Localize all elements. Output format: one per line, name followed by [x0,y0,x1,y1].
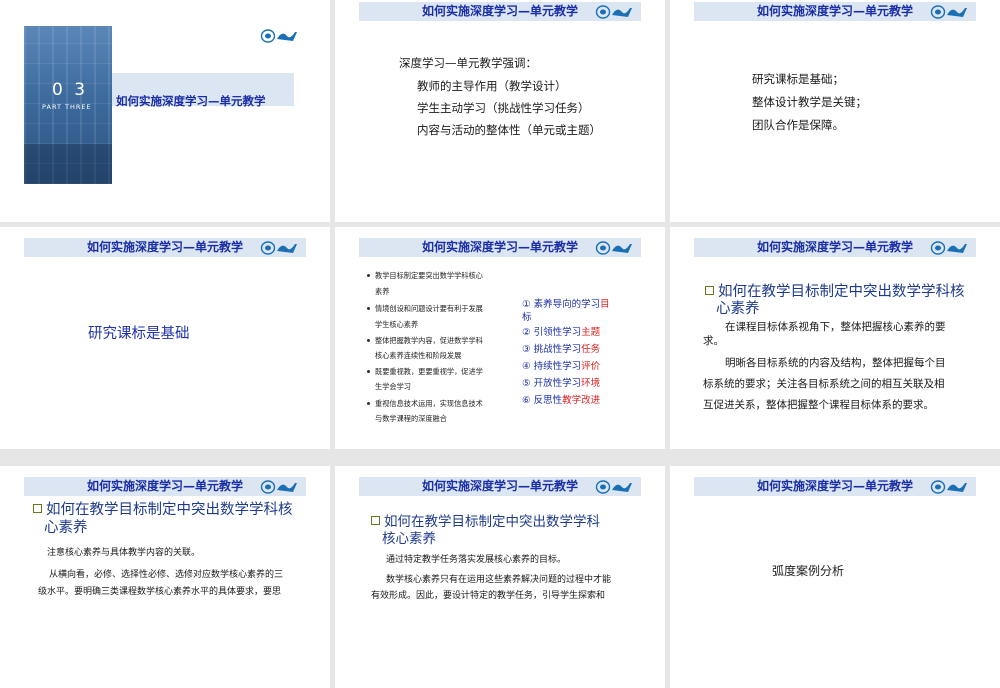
slide-thumbnail-1[interactable]: 0 3 PART THREE 如何实施深度学习—单元教学 [0,0,330,222]
paragraph-line: 求。 [703,335,724,347]
numbered-item-wrap: 标 [522,312,532,323]
slide-thumbnail-9[interactable]: 如何实施深度学习—单元教学 弧度案例分析 [670,466,1000,688]
slide-thumbnail-2[interactable]: 如何实施深度学习—单元教学 深度学习—单元教学强调： 教师的主导作用（教学设计）… [335,0,665,222]
logo-icon [260,241,297,255]
lead-text: 深度学习—单元教学强调： [399,56,537,70]
section-number: 0 3 [52,80,89,100]
paragraph-line: 标系统的要求；关注各目标系统之间的相互关联及相 [703,378,945,390]
slide-thumbnail-8[interactable]: 如何实施深度学习—单元教学 如何在教学目标制定中突出数学学科 核心素养 通过特定… [335,466,665,688]
logo-icon [595,5,632,19]
numbered-item: ⑥ 反思性教学改进 [522,395,601,406]
bullet-line: 核心素养连续性和阶段发展 [375,351,462,360]
numbered-item: ⑤ 开放性学习环境 [522,378,601,389]
logo-icon [260,480,297,494]
paragraph-line: 从横向看，必修、选择性必修、选修对应数学核心素养的三 [49,570,284,580]
section-heading: 如何在教学目标制定中突出数学学科核 [33,502,293,518]
line-text: 研究课标是基础； [752,72,844,86]
paragraph-line: 数学核心素养只有在运用这些素养解决问题的过程中才能 [386,575,612,585]
logo-icon [930,5,967,19]
square-bullet-icon [705,285,714,295]
bullet-line: 素养 [375,287,390,296]
paragraph-line: 明晰各目标系统的内容及结构，整体把握每个目 [725,357,946,369]
paragraph-line: 级水平。要明确三类课程数学核心素养水平的具体要求，要思 [38,587,282,597]
paragraph-line: 注意核心素养与具体教学内容的关联。 [47,548,201,558]
square-bullet-icon [33,503,42,513]
list-item: 内容与活动的整体性（单元或主题） [417,123,601,137]
bullet-line: 整体把握教学内容，促进数学学科 [367,333,483,349]
section-heading: 如何在教学目标制定中突出数学学科 [371,514,600,530]
paragraph-line: 互促进关系，整体把握整个课程目标体系的要求。 [703,399,934,411]
bullet-line: 生学会学习 [375,382,411,391]
bullet-line: 与数学课程的深度融合 [375,414,447,423]
bullet-line: 情境创设和问题设计要有利于发展 [367,301,483,317]
cover-title: 如何实施深度学习—单元教学 [116,94,266,108]
line-text: 整体设计教学是关键； [752,95,867,109]
logo-icon [260,29,297,43]
paragraph-line: 在课程目标体系视角下，整体把握核心素养的要 [725,321,946,333]
slide-thumbnail-7[interactable]: 如何实施深度学习—单元教学 如何在教学目标制定中突出数学学科核 心素养 注意核心… [0,466,330,688]
slide-thumbnail-6[interactable]: 如何实施深度学习—单元教学 如何在教学目标制定中突出数学学科核 心素养 在课程目… [670,227,1000,449]
section-heading: 如何在教学目标制定中突出数学学科核 [705,284,965,300]
bullet-line: 学生核心素养 [375,320,419,329]
paragraph-line: 有效形成。因此，要设计特定的教学任务，引导学生探索和 [371,591,606,601]
slide-thumbnail-4[interactable]: 如何实施深度学习—单元教学 研究课标是基础 [0,227,330,449]
slide-thumbnail-5[interactable]: 如何实施深度学习—单元教学 教学目标制定要突出数学学科核心 素养 情境创设和问题… [335,227,665,449]
logo-icon [595,480,632,494]
section-part-label: PART THREE [42,103,92,111]
logo-icon [930,480,967,494]
bullet-line: 教学目标制定要突出数学学科核心 [367,268,483,284]
numbered-item: ① 素养导向的学习目 [522,299,610,310]
paragraph-line: 通过特定教学任务落实发展核心素养的目标。 [386,555,567,565]
section-heading-cont: 心素养 [716,301,760,317]
numbered-item: ④ 持续性学习评价 [522,361,601,372]
slide-thumbnail-3[interactable]: 如何实施深度学习—单元教学 研究课标是基础； 整体设计教学是关键； 团队合作是保… [670,0,1000,222]
section-heading-cont: 心素养 [44,520,88,536]
logo-icon [595,241,632,255]
square-bullet-icon [371,515,380,525]
section-heading-cont: 核心素养 [382,531,436,547]
numbered-item: ② 引领性学习主题 [522,327,601,338]
numbered-item: ③ 挑战性学习任务 [522,344,601,355]
list-item: 教师的主导作用（教学设计） [417,79,567,93]
line-text: 团队合作是保障。 [752,118,844,132]
list-item: 学生主动学习（挑战性学习任务） [417,101,590,115]
big-text: 研究课标是基础 [88,326,190,342]
logo-icon [930,241,967,255]
center-text: 弧度案例分析 [772,564,845,578]
bullet-line: 重视信息技术运用，实现信息技术 [367,396,483,412]
bullet-line: 既要重视教，更要重视学，促进学 [367,364,483,380]
